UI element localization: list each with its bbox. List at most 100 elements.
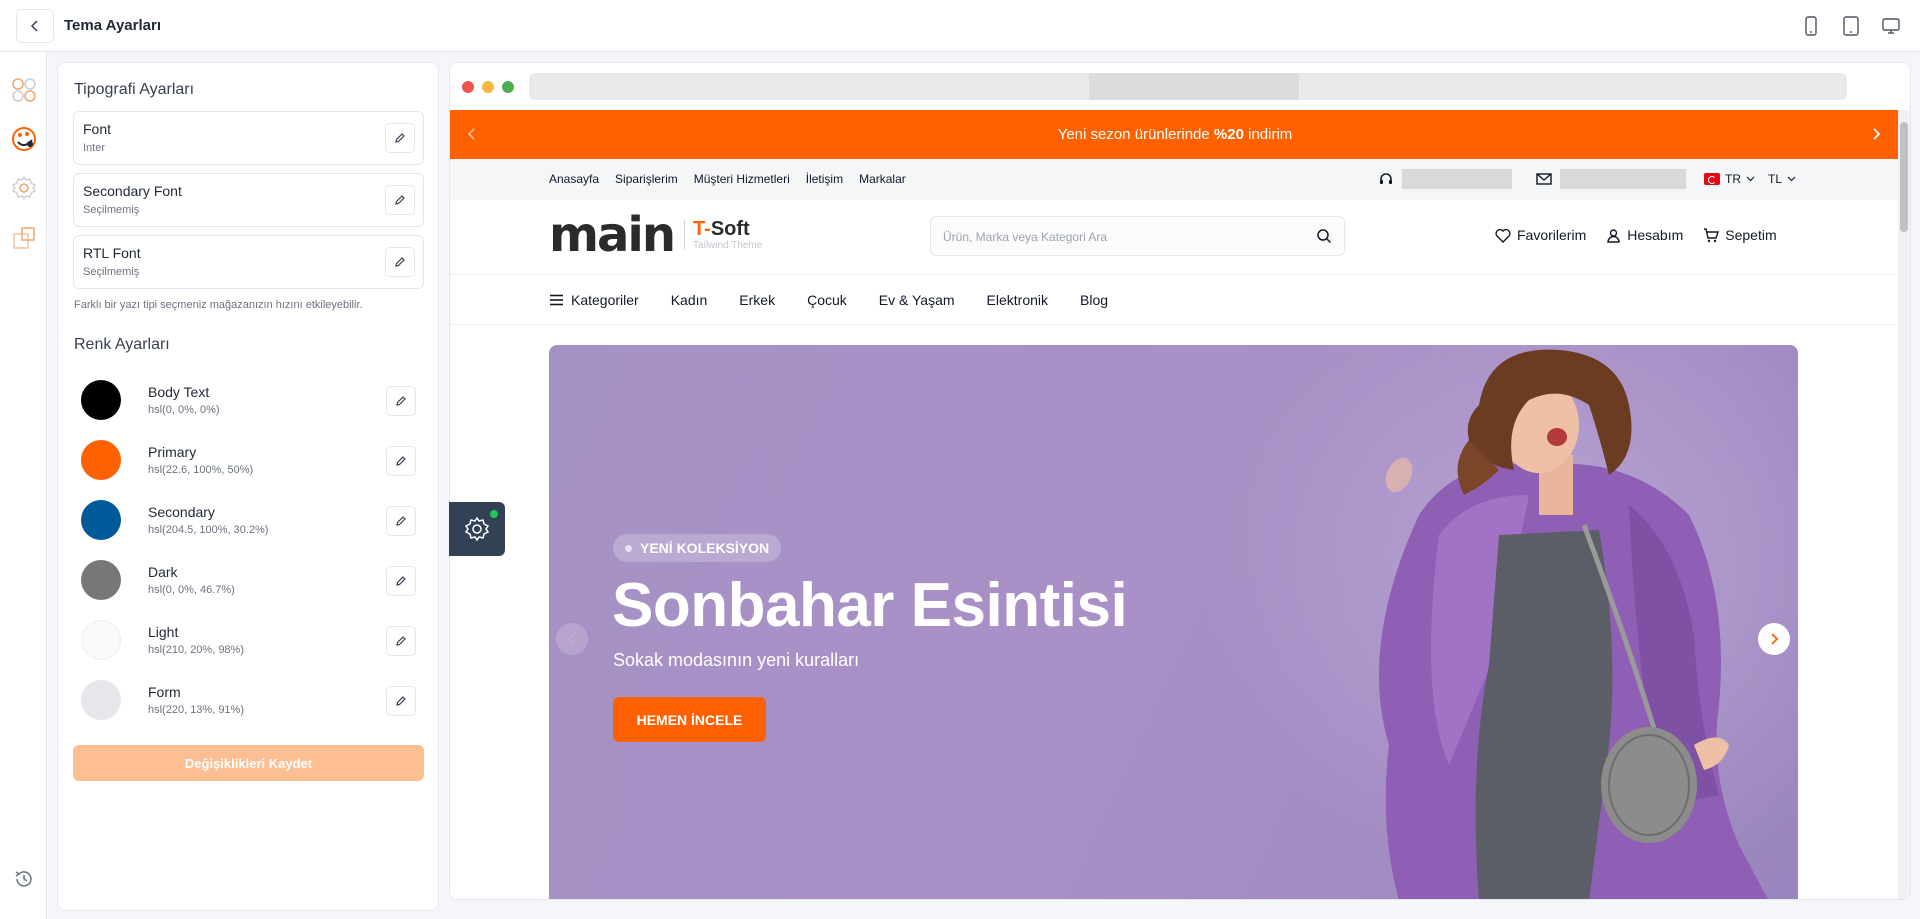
language-selector[interactable]: TR xyxy=(1704,172,1755,186)
search-input[interactable] xyxy=(943,227,1303,247)
font-value: Seçilmemiş xyxy=(83,204,140,216)
mail-icon xyxy=(1536,173,1552,185)
favorites-link[interactable]: Favorilerim xyxy=(1495,227,1586,243)
hero-badge: YENİ KOLEKSİYON xyxy=(613,534,782,562)
edit-secondary-font-button[interactable] xyxy=(385,185,415,215)
puzzle-icon xyxy=(13,227,35,249)
scrollbar-thumb[interactable] xyxy=(1900,122,1908,232)
tablet-view-button[interactable] xyxy=(1840,14,1862,38)
edit-font-button[interactable] xyxy=(385,123,415,153)
rail-apps-button[interactable] xyxy=(10,76,38,104)
top-link-contact[interactable]: İletişim xyxy=(806,172,843,186)
hero-cta-button[interactable]: HEMEN İNCELE xyxy=(613,697,766,742)
edit-color-button[interactable] xyxy=(386,386,416,416)
color-name: Body Text xyxy=(148,384,210,400)
hero-prev-button[interactable] xyxy=(556,623,588,655)
top-link-support[interactable]: Müşteri Hizmetleri xyxy=(694,172,790,186)
color-value: hsl(210, 20%, 98%) xyxy=(148,644,244,656)
email-redacted xyxy=(1560,169,1686,189)
store-header: main T-Soft Tailwind Theme Favorilerim xyxy=(450,200,1900,275)
chevron-right-icon xyxy=(1873,128,1881,140)
hero-next-button[interactable] xyxy=(1758,623,1790,655)
cart-link[interactable]: Sepetim xyxy=(1703,227,1777,243)
category-list: Kategoriler Kadın Erkek Çocuk Ev & Yaşam… xyxy=(549,292,1108,308)
font-value: Inter xyxy=(83,142,106,154)
edit-color-button[interactable] xyxy=(386,626,416,656)
back-button[interactable] xyxy=(16,9,54,43)
device-switcher xyxy=(1800,14,1902,38)
top-link-home[interactable]: Anasayfa xyxy=(549,172,599,186)
window-close-dot xyxy=(462,81,474,93)
edit-color-button[interactable] xyxy=(386,446,416,476)
rail-theme-button[interactable] xyxy=(10,125,38,153)
store-logo[interactable]: main T-Soft Tailwind Theme xyxy=(549,211,762,259)
color-name: Dark xyxy=(148,564,178,580)
edit-rtl-font-button[interactable] xyxy=(385,247,415,277)
pencil-icon xyxy=(395,133,405,143)
cart-icon xyxy=(1704,227,1720,242)
top-links-bar: Anasayfa Siparişlerim Müşteri Hizmetleri… xyxy=(450,159,1900,200)
category-home-living[interactable]: Ev & Yaşam xyxy=(879,292,955,308)
color-row-light: Light hsl(210, 20%, 98%) xyxy=(73,617,424,667)
category-electronics[interactable]: Elektronik xyxy=(987,292,1048,308)
storefront: Yeni sezon ürünlerinde %20 indirim Anasa… xyxy=(450,110,1900,899)
currency-label: TL xyxy=(1768,172,1783,186)
category-women[interactable]: Kadın xyxy=(671,292,708,308)
category-kids[interactable]: Çocuk xyxy=(807,292,847,308)
pencil-icon xyxy=(396,636,406,646)
rail-puzzle-button[interactable] xyxy=(10,224,38,252)
gear-icon xyxy=(11,175,37,201)
gear-icon xyxy=(464,516,490,542)
desktop-icon xyxy=(1882,18,1900,34)
top-link-brands[interactable]: Markalar xyxy=(859,172,906,186)
announcement-bar: Yeni sezon ürünlerinde %20 indirim xyxy=(450,110,1900,159)
font-label: Font xyxy=(83,121,112,137)
headset-icon xyxy=(1380,173,1392,184)
language-label: TR xyxy=(1725,172,1741,186)
color-name: Light xyxy=(148,624,179,640)
chevron-left-icon xyxy=(567,633,575,645)
header-links: Favorilerim Hesabım Sepetim xyxy=(1495,227,1825,243)
color-swatch[interactable] xyxy=(81,560,121,600)
desktop-view-button[interactable] xyxy=(1880,14,1902,38)
category-men[interactable]: Erkek xyxy=(739,292,775,308)
edit-color-button[interactable] xyxy=(386,506,416,536)
top-link-orders[interactable]: Siparişlerim xyxy=(615,172,678,186)
font-value: Seçilmemiş xyxy=(83,266,140,278)
announcement-next-button[interactable] xyxy=(1864,122,1888,146)
rail-settings-button[interactable] xyxy=(10,174,38,202)
font-label: Secondary Font xyxy=(83,183,182,199)
color-value: hsl(204.5, 100%, 30.2%) xyxy=(148,524,269,536)
color-swatch[interactable] xyxy=(81,440,121,480)
mobile-view-button[interactable] xyxy=(1800,14,1822,38)
color-swatch[interactable] xyxy=(81,380,121,420)
color-row-form: Form hsl(220, 13%, 91%) xyxy=(73,677,424,727)
hero-model-image xyxy=(1379,349,1768,899)
color-value: hsl(0, 0%, 46.7%) xyxy=(148,584,235,596)
color-swatch[interactable] xyxy=(81,500,121,540)
top-bar: Tema Ayarları xyxy=(0,0,1920,52)
color-swatch[interactable] xyxy=(81,620,121,660)
apps-icon xyxy=(12,78,36,102)
announcement-text: Yeni sezon ürünlerinde %20 indirim xyxy=(1057,126,1293,143)
palette-icon xyxy=(12,127,36,151)
search-button[interactable] xyxy=(1316,228,1332,249)
logo-divider xyxy=(684,220,686,250)
edit-color-button[interactable] xyxy=(386,686,416,716)
preview-scrollbar[interactable] xyxy=(1898,110,1910,899)
hero-banner: YENİ KOLEKSİYON Sonbahar Esintisi Sokak … xyxy=(549,345,1798,899)
rail-history-button[interactable] xyxy=(10,865,38,893)
save-changes-button[interactable]: Değişiklikleri Kaydet xyxy=(73,745,424,781)
categories-menu-button[interactable]: Kategoriler xyxy=(549,292,639,308)
edit-color-button[interactable] xyxy=(386,566,416,596)
url-bar[interactable] xyxy=(529,73,1847,100)
color-swatch[interactable] xyxy=(81,680,121,720)
history-icon xyxy=(15,871,32,887)
currency-selector[interactable]: TL xyxy=(1768,172,1796,186)
pencil-icon xyxy=(396,696,406,706)
color-name: Form xyxy=(148,684,181,700)
phone-redacted xyxy=(1402,169,1512,189)
category-blog[interactable]: Blog xyxy=(1080,292,1108,308)
theme-settings-toggle[interactable] xyxy=(449,502,505,556)
account-link[interactable]: Hesabım xyxy=(1606,227,1683,243)
